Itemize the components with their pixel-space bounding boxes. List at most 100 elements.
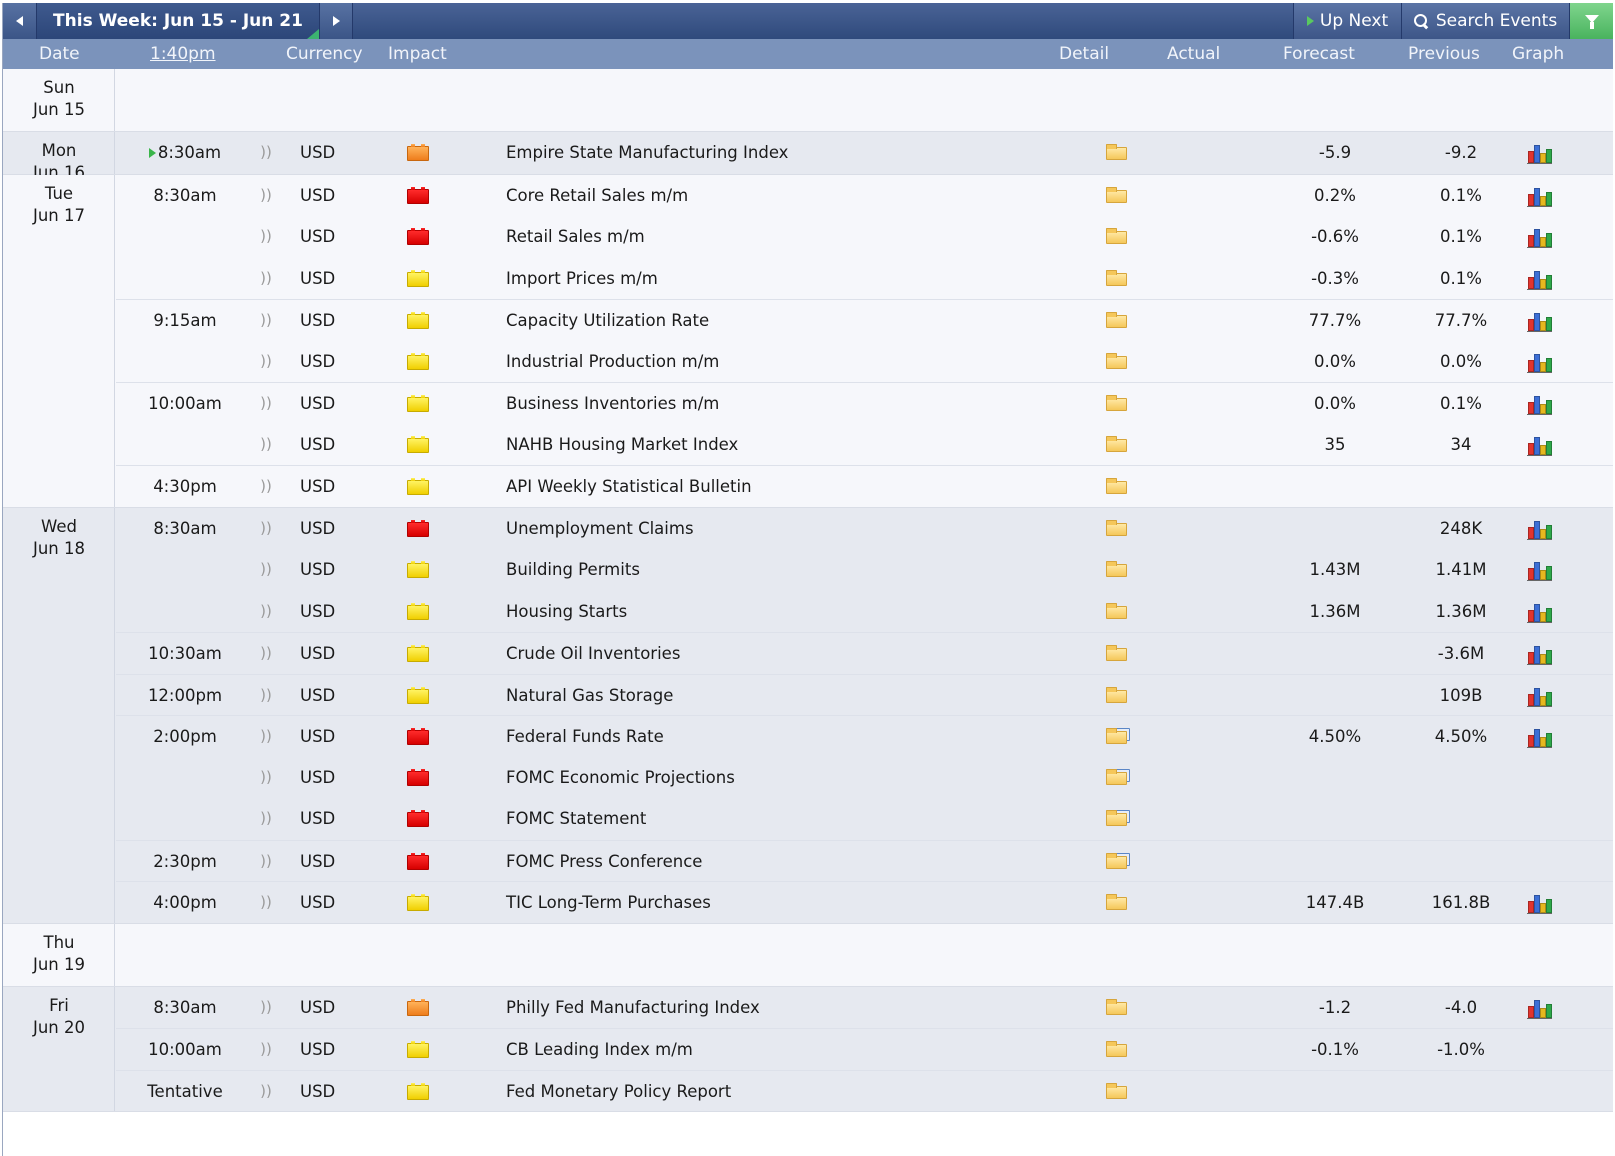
graph-button[interactable] bbox=[1527, 258, 1552, 300]
table-row[interactable]: )) USD Housing Starts 1.36M 1.36M bbox=[116, 591, 1613, 633]
detail-button[interactable] bbox=[1106, 633, 1130, 675]
sound-icon[interactable]: )) bbox=[258, 633, 274, 675]
detail-button[interactable] bbox=[1106, 175, 1130, 217]
graph-button[interactable] bbox=[1527, 300, 1552, 342]
sound-icon[interactable]: )) bbox=[258, 383, 274, 425]
table-row[interactable]: )) USD Retail Sales m/m -0.6% 0.1% bbox=[116, 216, 1613, 258]
week-title[interactable]: This Week: Jun 15 - Jun 21 bbox=[37, 3, 319, 39]
event-title[interactable]: Federal Funds Rate bbox=[506, 716, 1066, 758]
table-row[interactable]: )) USD Import Prices m/m -0.3% 0.1% bbox=[116, 258, 1613, 300]
table-row[interactable]: )) USD Building Permits 1.43M 1.41M bbox=[116, 549, 1613, 591]
sound-icon[interactable]: )) bbox=[258, 216, 274, 258]
event-title[interactable]: Business Inventories m/m bbox=[506, 383, 1066, 425]
graph-button[interactable] bbox=[1527, 987, 1552, 1029]
table-row[interactable]: 9:15am)) USD Capacity Utilization Rate 77.7… bbox=[116, 299, 1613, 341]
graph-button[interactable] bbox=[1527, 591, 1552, 633]
detail-button[interactable] bbox=[1106, 383, 1130, 425]
graph-button[interactable] bbox=[1527, 341, 1552, 383]
graph-button[interactable] bbox=[1527, 216, 1552, 258]
event-title[interactable]: CB Leading Index m/m bbox=[506, 1029, 1066, 1071]
up-next-button[interactable]: Up Next bbox=[1293, 3, 1401, 39]
sound-icon[interactable]: )) bbox=[258, 1071, 274, 1113]
graph-button[interactable] bbox=[1527, 633, 1552, 675]
sound-icon[interactable]: )) bbox=[258, 300, 274, 342]
table-row[interactable]: )) USD NAHB Housing Market Index 35 34 bbox=[116, 424, 1613, 466]
table-row[interactable]: 8:30am)) USD Unemployment Claims 248K bbox=[116, 508, 1613, 550]
detail-button[interactable] bbox=[1106, 216, 1130, 258]
detail-button[interactable] bbox=[1106, 591, 1130, 633]
table-row[interactable]: 8:30am)) USD Philly Fed Manufacturing Inde… bbox=[116, 987, 1613, 1029]
sound-icon[interactable]: )) bbox=[258, 341, 274, 383]
event-title[interactable]: Empire State Manufacturing Index bbox=[506, 132, 1066, 174]
detail-button[interactable] bbox=[1106, 258, 1130, 300]
event-title[interactable]: Building Permits bbox=[506, 549, 1066, 591]
event-title[interactable]: Capacity Utilization Rate bbox=[506, 300, 1066, 342]
table-row[interactable]: Tentative)) USD Fed Monetary Policy Report bbox=[116, 1069, 1613, 1113]
table-row[interactable]: 2:30pm)) USD FOMC Press Conference bbox=[116, 839, 1613, 883]
graph-button[interactable] bbox=[1527, 716, 1552, 758]
sound-icon[interactable]: )) bbox=[258, 675, 274, 717]
detail-button[interactable] bbox=[1106, 757, 1130, 799]
sound-icon[interactable]: )) bbox=[258, 987, 274, 1029]
search-events-button[interactable]: Search Events bbox=[1401, 3, 1569, 39]
detail-button[interactable] bbox=[1106, 798, 1130, 840]
event-title[interactable]: FOMC Statement bbox=[506, 798, 1066, 840]
event-title[interactable]: Fed Monetary Policy Report bbox=[506, 1071, 1066, 1113]
sound-icon[interactable]: )) bbox=[258, 798, 274, 840]
detail-button[interactable] bbox=[1106, 508, 1130, 550]
event-title[interactable]: TIC Long-Term Purchases bbox=[506, 882, 1066, 924]
detail-button[interactable] bbox=[1106, 466, 1130, 508]
sound-icon[interactable]: )) bbox=[258, 258, 274, 300]
event-title[interactable]: Retail Sales m/m bbox=[506, 216, 1066, 258]
graph-button[interactable] bbox=[1527, 175, 1552, 217]
sound-icon[interactable]: )) bbox=[258, 175, 274, 217]
previous-week-button[interactable] bbox=[3, 3, 37, 39]
event-title[interactable]: Crude Oil Inventories bbox=[506, 633, 1066, 675]
graph-button[interactable] bbox=[1527, 675, 1552, 717]
detail-button[interactable] bbox=[1106, 300, 1130, 342]
table-row[interactable]: 10:30am)) USD Crude Oil Inventories -3.6M bbox=[116, 632, 1613, 674]
event-title[interactable]: Unemployment Claims bbox=[506, 508, 1066, 550]
event-title[interactable]: FOMC Press Conference bbox=[506, 841, 1066, 883]
detail-button[interactable] bbox=[1106, 549, 1130, 591]
table-row[interactable]: )) USD Industrial Production m/m 0.0% 0.0% bbox=[116, 341, 1613, 383]
table-row[interactable]: 12:00pm)) USD Natural Gas Storage 109B bbox=[116, 673, 1613, 717]
detail-button[interactable] bbox=[1106, 987, 1130, 1029]
table-row[interactable]: 10:00am)) USD Business Inventories m/m 0.0%… bbox=[116, 382, 1613, 424]
graph-button[interactable] bbox=[1527, 424, 1552, 466]
event-title[interactable]: Philly Fed Manufacturing Index bbox=[506, 987, 1066, 1029]
detail-button[interactable] bbox=[1106, 841, 1130, 883]
sound-icon[interactable]: )) bbox=[258, 716, 274, 758]
graph-button[interactable] bbox=[1527, 882, 1552, 924]
table-row[interactable]: 4:00pm)) USD TIC Long-Term Purchases 147.4B… bbox=[116, 881, 1613, 923]
graph-button[interactable] bbox=[1527, 132, 1552, 174]
event-title[interactable]: Natural Gas Storage bbox=[506, 675, 1066, 717]
sound-icon[interactable]: )) bbox=[258, 549, 274, 591]
table-row[interactable]: )) USD FOMC Statement bbox=[116, 798, 1613, 840]
event-title[interactable]: NAHB Housing Market Index bbox=[506, 424, 1066, 466]
graph-button[interactable] bbox=[1527, 508, 1552, 550]
event-title[interactable]: Core Retail Sales m/m bbox=[506, 175, 1066, 217]
filter-button[interactable] bbox=[1569, 3, 1613, 39]
detail-button[interactable] bbox=[1106, 1029, 1130, 1071]
sound-icon[interactable]: )) bbox=[258, 132, 274, 174]
detail-button[interactable] bbox=[1106, 882, 1130, 924]
event-title[interactable]: Import Prices m/m bbox=[506, 258, 1066, 300]
table-row[interactable]: 10:00am)) USD CB Leading Index m/m -0.1% -1.… bbox=[116, 1028, 1613, 1070]
table-row[interactable]: 2:00pm)) USD Federal Funds Rate 4.50% 4.50% bbox=[116, 715, 1613, 757]
detail-button[interactable] bbox=[1106, 341, 1130, 383]
detail-button[interactable] bbox=[1106, 132, 1130, 174]
graph-button[interactable] bbox=[1527, 549, 1552, 591]
sound-icon[interactable]: )) bbox=[258, 424, 274, 466]
sound-icon[interactable]: )) bbox=[258, 466, 274, 508]
event-title[interactable]: Housing Starts bbox=[506, 591, 1066, 633]
sound-icon[interactable]: )) bbox=[258, 508, 274, 550]
sound-icon[interactable]: )) bbox=[258, 591, 274, 633]
detail-button[interactable] bbox=[1106, 675, 1130, 717]
detail-button[interactable] bbox=[1106, 716, 1130, 758]
sound-icon[interactable]: )) bbox=[258, 841, 274, 883]
sound-icon[interactable]: )) bbox=[258, 757, 274, 799]
table-row[interactable]: 8:30am)) USD Empire State Manufacturing In… bbox=[116, 132, 1613, 174]
event-title[interactable]: FOMC Economic Projections bbox=[506, 757, 1066, 799]
table-row[interactable]: 4:30pm)) USD API Weekly Statistical Bullet… bbox=[116, 465, 1613, 507]
